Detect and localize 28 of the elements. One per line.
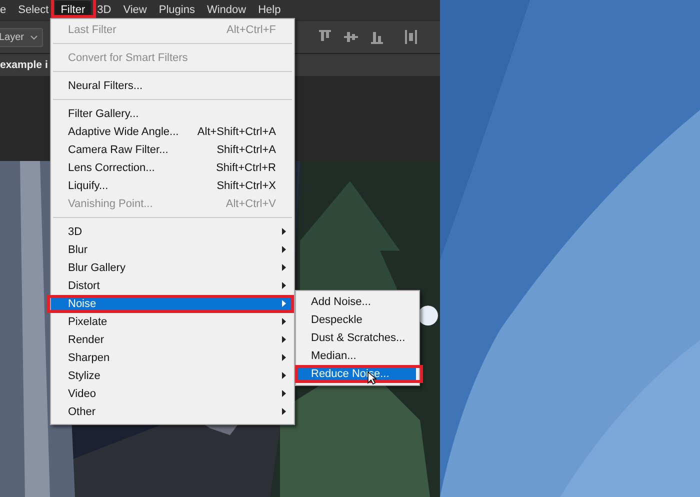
menu-item[interactable]: Video [51, 385, 294, 403]
menu-bar-item[interactable]: Window [200, 1, 252, 19]
menu-bar-item[interactable]: Help [252, 1, 287, 19]
menu-item[interactable]: Dust & Scratches... [296, 329, 419, 347]
menu-item[interactable]: Render [51, 331, 294, 349]
menu-bar-item[interactable]: Select [12, 1, 55, 19]
menu-item[interactable]: Distort [51, 277, 294, 295]
menu-bar-item[interactable]: Plugins [152, 1, 201, 19]
menu-bar-item[interactable]: View [117, 1, 153, 19]
menu-item[interactable]: Lens Correction... Shift+Ctrl+R [51, 159, 294, 177]
menu-item[interactable]: Camera Raw Filter... Shift+Ctrl+A [51, 141, 294, 159]
menu-bar-item[interactable]: e [0, 1, 12, 19]
menu-item[interactable]: Filter Gallery... [51, 105, 294, 123]
menu-item[interactable]: Other [51, 403, 294, 421]
menu-item[interactable]: 3D [51, 223, 294, 241]
menu-item[interactable]: Adaptive Wide Angle... Alt+Shift+Ctrl+A [51, 123, 294, 141]
menu-item[interactable]: Despeckle [296, 311, 419, 329]
menu-item[interactable]: Blur [51, 241, 294, 259]
menu-item[interactable]: Add Noise... [296, 293, 419, 311]
menu-item[interactable]: Blur Gallery [51, 259, 294, 277]
layer-dropdown[interactable]: Layer [0, 28, 44, 46]
document-tab[interactable]: example i [0, 59, 48, 71]
menu-item[interactable]: Pixelate [51, 313, 294, 331]
menu-item[interactable]: Neural Filters... [51, 77, 294, 95]
menu-item[interactable]: Stylize [51, 367, 294, 385]
menu-item[interactable]: Median... [296, 347, 419, 365]
menu-item[interactable]: Liquify... Shift+Ctrl+X [51, 177, 294, 195]
menu-item[interactable]: Sharpen [51, 349, 294, 367]
